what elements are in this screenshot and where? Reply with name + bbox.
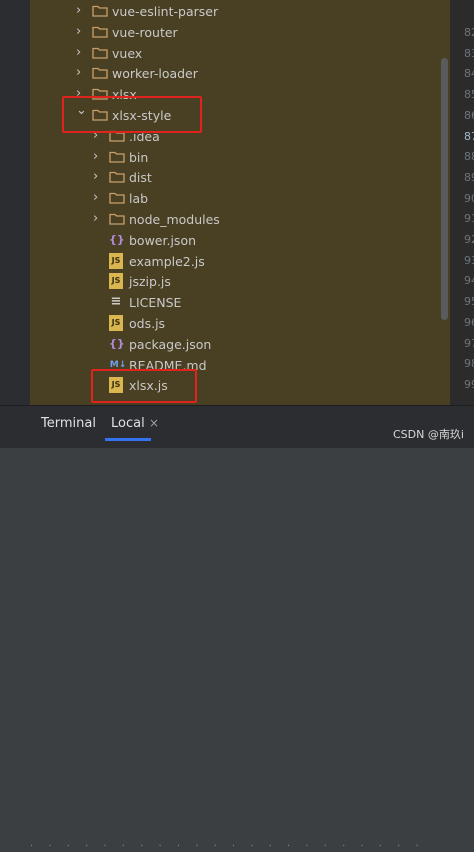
chevron-right-icon[interactable]: › (76, 45, 86, 60)
tree-row-bin[interactable]: › bin (30, 147, 450, 168)
tree-item-label: dist (129, 170, 152, 186)
line-number: 84 (464, 67, 474, 81)
tree-row-dist[interactable]: › dist (30, 167, 450, 188)
tree-item-label: example2.js (129, 253, 205, 269)
chevron-right-icon[interactable]: › (93, 191, 103, 205)
js-file-icon: JS (109, 273, 123, 290)
line-number: 88 (464, 150, 474, 164)
tree-item-label: worker-loader (112, 66, 198, 82)
line-number: 86 (464, 108, 474, 122)
tree-item-label: lab (129, 191, 149, 207)
tree-row-ods-js[interactable]: JS ods.js (30, 313, 450, 334)
chevron-right-icon[interactable]: › (93, 149, 103, 164)
local-tab[interactable]: Local (111, 416, 145, 431)
tree-item-label: vue-eslint-parser (112, 4, 219, 19)
chevron-right-icon[interactable]: › (93, 170, 103, 184)
json-file-icon: {} (109, 232, 125, 246)
js-file-icon: JS (109, 252, 123, 269)
tree-item-label: jszip.js (129, 274, 171, 290)
line-number: 91 (464, 212, 474, 226)
line-number: 85 (464, 88, 474, 102)
tree-item-label: vue-router (112, 24, 178, 40)
chevron-right-icon[interactable]: › (76, 4, 86, 18)
highlight-xlsx-style (62, 96, 202, 133)
terminal-text-fragment: · · · · · · · · · · · · · · · · · · · · … (30, 841, 425, 852)
folder-icon (109, 193, 125, 204)
tree-item-label: node_modules (129, 212, 220, 227)
line-number: 83 (464, 46, 474, 60)
tree-row-vuex[interactable]: › vuex (30, 43, 450, 64)
chevron-right-icon[interactable]: › (76, 24, 86, 39)
folder-icon (92, 68, 108, 80)
tree-item-label: vuex (112, 45, 143, 61)
highlight-xlsx-js (91, 369, 197, 403)
folder-icon (109, 172, 125, 184)
tree-row-package-json[interactable]: {} package.json (30, 334, 450, 355)
bottom-tool-bar: Terminal Local × CSDN @南玖i · · · · · · ·… (0, 405, 474, 852)
tree-scrollbar[interactable] (441, 58, 448, 320)
tree-item-label: ods.js (129, 316, 166, 331)
folder-icon (109, 151, 125, 163)
line-number: 93 (464, 253, 474, 267)
tree-item-label: bower.json (129, 232, 197, 248)
chevron-right-icon[interactable]: › (93, 212, 103, 226)
tree-row-vue-eslint-parser[interactable]: › vue-eslint-parser (30, 1, 450, 22)
folder-icon (92, 5, 108, 17)
tree-row-example2-js[interactable]: JS example2.js (30, 251, 450, 272)
active-tab-indicator (105, 438, 151, 441)
line-number: 95 (464, 295, 474, 309)
line-number: 98 (464, 357, 474, 371)
line-number: 97 (464, 336, 474, 350)
line-number: 82 (464, 26, 474, 39)
line-number: 90 (464, 191, 474, 205)
json-file-icon: {} (109, 336, 125, 350)
editor-line-gutter: 82 83 84 85 86 87 88 89 90 91 92 93 94 95 96 97 98 99 (450, 0, 474, 405)
text-file-icon: ≡ (110, 294, 122, 310)
terminal-tab[interactable]: Terminal (41, 416, 96, 431)
line-number: 94 (464, 274, 474, 288)
tree-row-lab[interactable]: › lab (30, 188, 450, 209)
folder-icon (92, 47, 108, 59)
line-number: 92 (464, 233, 474, 246)
tree-row-node-modules[interactable]: › node_modules (30, 209, 450, 230)
tree-item-label: bin (129, 149, 149, 165)
left-tool-strip (0, 0, 30, 405)
close-tab-icon[interactable]: × (149, 416, 159, 430)
folder-icon (92, 26, 108, 38)
tree-row-vue-router[interactable]: › vue-router (30, 22, 450, 43)
tree-row-bower-json[interactable]: {} bower.json (30, 230, 450, 251)
js-file-icon: JS (109, 315, 123, 331)
tree-item-label: package.json (129, 336, 212, 352)
project-tree: › vue-eslint-parser › vue-router › vuex › worke… (30, 0, 450, 405)
line-number: 89 (464, 170, 474, 184)
tree-item-label: LICENSE (129, 295, 182, 311)
chevron-right-icon[interactable]: › (76, 66, 86, 80)
tree-row-worker-loader[interactable]: › worker-loader (30, 63, 450, 84)
tree-row-jszip-js[interactable]: JS jszip.js (30, 271, 450, 292)
line-number: 99 (464, 377, 474, 391)
tree-row-license[interactable]: ≡ LICENSE (30, 292, 450, 313)
watermark: CSDN @南玖i (393, 428, 464, 441)
line-number: 96 (464, 315, 474, 329)
line-number: 87 (464, 129, 474, 143)
folder-icon (109, 213, 125, 225)
